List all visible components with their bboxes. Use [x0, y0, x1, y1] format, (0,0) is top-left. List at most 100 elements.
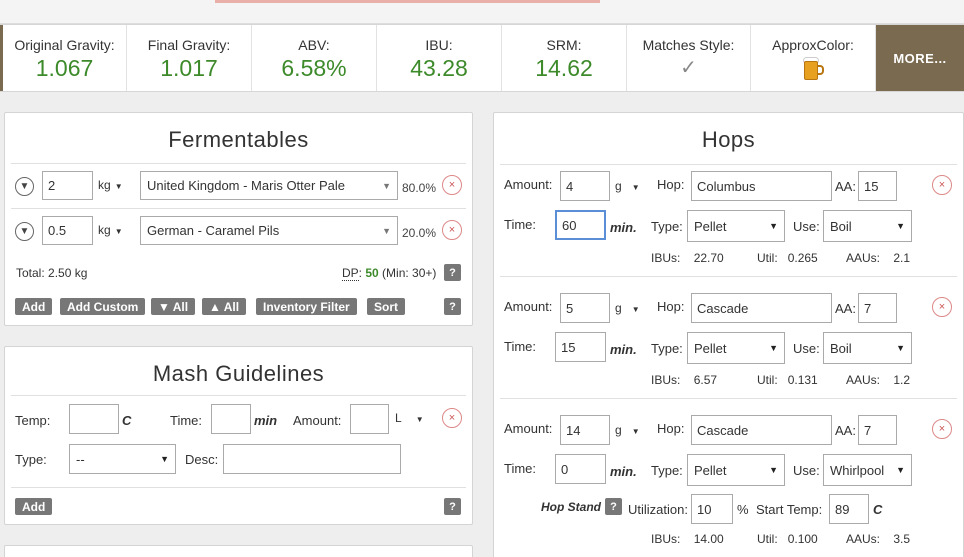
- stat-final-gravity: Final Gravity: 1.017: [127, 25, 252, 91]
- remove-fermentable-icon[interactable]: ×: [442, 220, 462, 240]
- hop-stand-util-label: Utilization:: [628, 502, 688, 517]
- fermentable-unit-select[interactable]: kg ▼: [98, 223, 123, 237]
- collapse-all-button[interactable]: ▼ All: [151, 298, 196, 315]
- hop-amount-input[interactable]: 14: [560, 415, 610, 445]
- aaus-label: AAUs:: [846, 532, 881, 546]
- inventory-filter-button[interactable]: Inventory Filter: [256, 298, 357, 315]
- hop-time-input[interactable]: 15: [555, 332, 606, 362]
- aaus-label: AAUs:: [846, 251, 881, 265]
- add-custom-fermentable-button[interactable]: Add Custom: [60, 298, 146, 315]
- add-mash-step-button[interactable]: Add: [15, 498, 53, 515]
- remove-hop-icon[interactable]: ×: [932, 297, 952, 317]
- more-button[interactable]: MORE...: [876, 25, 964, 91]
- mash-desc-input[interactable]: [223, 444, 401, 474]
- hop-stand-start-temp-input[interactable]: 89: [829, 494, 869, 524]
- add-fermentable-button[interactable]: Add: [15, 298, 53, 315]
- hop-aa-input[interactable]: 7: [858, 293, 897, 323]
- hop-amount-input[interactable]: 5: [560, 293, 610, 323]
- hop-unit-select[interactable]: g ▼: [615, 301, 640, 315]
- stat-value: 1.067: [35, 55, 94, 81]
- hop-type-label: Type:: [651, 219, 683, 234]
- fermentable-name-select[interactable]: United Kingdom - Maris Otter Pale ▼: [140, 171, 398, 200]
- unit-value: kg: [98, 178, 111, 192]
- fermentable-amount-input[interactable]: 2: [42, 171, 93, 200]
- hop-time-label: Time:: [504, 339, 537, 354]
- hop-type-select[interactable]: Pellet ▼: [687, 454, 785, 486]
- stat-value: 6.58%: [281, 55, 347, 81]
- hop-name-input[interactable]: Cascade: [691, 293, 832, 323]
- mash-help-button[interactable]: ?: [444, 498, 461, 515]
- hop-name-label: Hop:: [657, 421, 685, 436]
- unit-value: kg: [98, 223, 111, 237]
- hop-name-input[interactable]: Columbus: [691, 171, 832, 201]
- hop-time-input[interactable]: 0: [555, 454, 606, 484]
- fermentable-percent: 80.0%: [402, 181, 437, 195]
- chevron-down-icon: ▼: [631, 427, 640, 436]
- mash-amount-unit-select[interactable]: L ▼: [395, 411, 424, 425]
- remove-hop-icon[interactable]: ×: [932, 175, 952, 195]
- beer-mug-icon: [802, 57, 824, 81]
- fermentable-name-select[interactable]: German - Caramel Pils ▼: [140, 216, 398, 245]
- chevron-down-icon: ▼: [896, 343, 905, 353]
- hop-unit-select[interactable]: g ▼: [615, 179, 640, 193]
- ibus-label: IBUs:: [651, 532, 681, 546]
- fermentable-name: United Kingdom - Maris Otter Pale: [147, 178, 345, 193]
- dp-help-button[interactable]: ?: [444, 264, 461, 281]
- unit-value: g: [615, 423, 622, 437]
- hop-aaus: AAUs: 1.2: [846, 373, 910, 387]
- hop-name-input[interactable]: Cascade: [691, 415, 832, 445]
- fermentables-help-button[interactable]: ?: [444, 298, 461, 315]
- util-value: 0.265: [787, 251, 818, 265]
- hop-time-input[interactable]: 60: [555, 210, 606, 240]
- hop-use-select[interactable]: Boil ▼: [823, 332, 912, 364]
- ibus-value: 6.57: [693, 373, 718, 387]
- mash-amount-input[interactable]: [350, 404, 389, 434]
- next-panel-partial: [4, 545, 473, 557]
- remove-mash-step-icon[interactable]: ×: [442, 408, 462, 428]
- hop-type-select[interactable]: Pellet ▼: [687, 332, 785, 364]
- hop-use-select[interactable]: Boil ▼: [823, 210, 912, 242]
- stat-label: Original Gravity:: [14, 37, 115, 53]
- mash-temp-input[interactable]: [69, 404, 119, 434]
- remove-hop-icon[interactable]: ×: [932, 419, 952, 439]
- fermentable-name: German - Caramel Pils: [147, 223, 280, 238]
- ibus-value: 22.70: [693, 251, 724, 265]
- hop-time-unit: min.: [610, 220, 637, 235]
- chevron-down-icon: ▼: [415, 415, 424, 424]
- expand-row-chevron-icon[interactable]: ▼: [15, 177, 34, 196]
- stat-label: Matches Style:: [642, 37, 735, 53]
- hop-type-value: Pellet: [694, 462, 727, 478]
- chevron-down-icon: ▼: [114, 182, 123, 191]
- hop-time-label: Time:: [504, 461, 537, 476]
- stat-label: SRM:: [546, 37, 582, 53]
- hop-use-select[interactable]: Whirlpool ▼: [823, 454, 912, 486]
- mash-time-unit: min: [254, 413, 278, 428]
- hop-aa-label: AA:: [835, 301, 856, 316]
- hop-amount-input[interactable]: 4: [560, 171, 610, 201]
- mash-time-input[interactable]: [211, 404, 251, 434]
- expand-all-button[interactable]: ▲ All: [202, 298, 247, 315]
- dp-min: (Min: 30+): [382, 266, 437, 280]
- hop-stand-help-button[interactable]: ?: [605, 498, 622, 515]
- mash-type-select[interactable]: -- ▼: [69, 444, 176, 474]
- stat-value: 14.62: [535, 55, 593, 81]
- hop-type-value: Pellet: [694, 340, 727, 356]
- hop-unit-select[interactable]: g ▼: [615, 423, 640, 437]
- hop-use-value: Whirlpool: [830, 462, 885, 478]
- stat-abv: ABV: 6.58%: [252, 25, 377, 91]
- hop-type-select[interactable]: Pellet ▼: [687, 210, 785, 242]
- hop-stand-util-input[interactable]: 10: [691, 494, 733, 524]
- fermentable-amount-input[interactable]: 0.5: [42, 216, 93, 245]
- hop-type-value: Pellet: [694, 218, 727, 234]
- hop-aa-input[interactable]: 7: [858, 415, 897, 445]
- hop-use-label: Use:: [793, 341, 820, 356]
- fermentable-unit-select[interactable]: kg ▼: [98, 178, 123, 192]
- sort-button[interactable]: Sort: [367, 298, 405, 315]
- hop-aa-input[interactable]: 15: [858, 171, 897, 201]
- stat-label: ABV:: [298, 37, 330, 53]
- hop-use-value: Boil: [830, 340, 852, 356]
- expand-row-chevron-icon[interactable]: ▼: [15, 222, 34, 241]
- diastatic-power: DP: 50 (Min: 30+): [342, 266, 437, 281]
- stat-ibu: IBU: 43.28: [377, 25, 502, 91]
- remove-fermentable-icon[interactable]: ×: [442, 175, 462, 195]
